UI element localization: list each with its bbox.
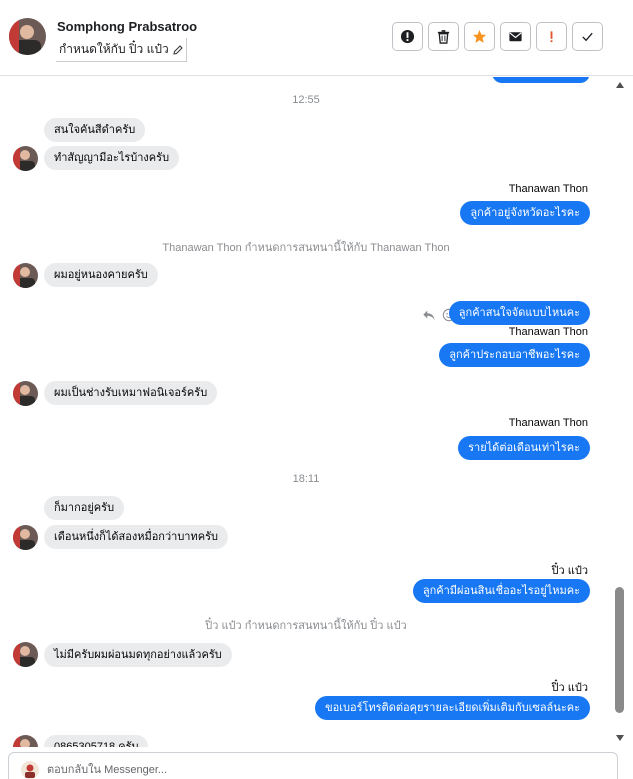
timestamp: 18:11	[292, 473, 320, 485]
pencil-icon	[173, 44, 183, 55]
done-button[interactable]	[572, 22, 603, 51]
contact-avatar[interactable]	[9, 18, 46, 55]
timestamp: 12:55	[292, 94, 320, 106]
system-note: Thanawan Thon กำหนดการสนทนานี้ให้กับ Tha…	[162, 242, 450, 254]
scrollbar-thumb[interactable]	[615, 587, 624, 713]
scroll-down-arrow-icon[interactable]	[616, 735, 624, 741]
sender-avatar	[13, 525, 38, 550]
message-bubble-outgoing[interactable]: ลูกค้าสนใจจัดแบบไหนคะ	[448, 301, 590, 325]
sender-name: Thanawan Thon	[508, 326, 588, 338]
spam-button[interactable]	[536, 22, 567, 51]
message-bubble-outgoing[interactable]: ขอเบอร์โทรติดต่อคุยรายละเอียดเพิ่มเติมกั…	[315, 696, 590, 720]
message-bubble-incoming[interactable]: ไม่มีครับผมผ่อนมดทุกอย่างแล้วครับ	[44, 643, 232, 667]
check-icon	[582, 32, 593, 42]
message-bubble-incoming[interactable]: ผมเป็นช่างรับเหมาฟอนิเจอร์ครับ	[44, 381, 218, 405]
message-bubble-incoming[interactable]: ทำสัญญามีอะไรบ้างครับ	[44, 146, 180, 170]
delete-button[interactable]	[428, 22, 459, 51]
reply-icon[interactable]	[422, 308, 436, 322]
conversation-toolbar	[392, 22, 603, 51]
sender-avatar	[13, 381, 38, 406]
system-note: ปิ๋ว แป๋ว กำหนดการสนทนานี้ให้กับ ปิ๋ว แป…	[205, 620, 407, 632]
exclamation-circle-icon	[400, 29, 415, 44]
star-icon	[472, 29, 487, 43]
message-bubble-outgoing[interactable]: ลูกค้าอยู่จังหวัดอะไรคะ	[460, 201, 590, 225]
message-bubble-incoming[interactable]: เดือนหนึ่งก็ได้สองหมื่อกว่าบาทครับ	[44, 525, 228, 549]
conversation-header: Somphong Prabsatroo กำหนดให้กับ ปิ๋ว แป๋…	[0, 0, 633, 76]
message-bubble-incoming[interactable]: ก็มากอยู่ครับ	[44, 496, 125, 520]
sender-avatar	[13, 263, 38, 288]
thread-scrollbar[interactable]	[612, 77, 630, 747]
envelope-icon	[509, 32, 522, 42]
sender-avatar	[13, 146, 38, 171]
report-button[interactable]	[392, 22, 423, 51]
mark-unread-button[interactable]	[500, 22, 531, 51]
sender-name: Thanawan Thon	[508, 417, 588, 429]
trash-icon	[437, 30, 450, 44]
message-bubble-incoming[interactable]: 0865305718 ครับ	[44, 735, 149, 747]
assign-label: กำหนดให้กับ ปิ๋ว แป๋ว	[59, 42, 169, 56]
sender-avatar	[13, 735, 38, 747]
sender-name: Thanawan Thon	[508, 183, 588, 195]
reply-input[interactable]	[47, 761, 587, 779]
sender-avatar	[13, 642, 38, 667]
page-avatar	[21, 761, 39, 779]
message-thread[interactable]: 12:55 สนใจคันสีดำครับ ทำสัญญามีอะไรบ้างค…	[0, 77, 612, 747]
scroll-up-arrow-icon[interactable]	[616, 82, 624, 88]
reply-composer	[8, 752, 618, 779]
message-bubble-incoming[interactable]: ผมอยู่หนองคายครับ	[44, 263, 158, 287]
contact-name[interactable]: Somphong Prabsatroo	[57, 19, 197, 34]
sender-name: ปิ๋ว แป๋ว	[551, 565, 588, 577]
exclamation-icon	[550, 31, 553, 43]
star-button[interactable]	[464, 22, 495, 51]
sender-name: ปิ๋ว แป๋ว	[551, 682, 588, 694]
message-bubble-outgoing[interactable]	[492, 77, 590, 83]
message-bubble-incoming[interactable]: สนใจคันสีดำครับ	[44, 118, 146, 142]
message-bubble-outgoing[interactable]: รายได้ต่อเดือนเท่าไรคะ	[458, 436, 590, 460]
message-bubble-outgoing[interactable]: ลูกค้าประกอบอาชีพอะไรคะ	[439, 343, 590, 367]
message-bubble-outgoing[interactable]: ลูกค้ามีผ่อนสินเชื่ออะไรอยู่ไหมคะ	[412, 579, 590, 603]
assign-dropdown[interactable]: กำหนดให้กับ ปิ๋ว แป๋ว	[56, 38, 187, 62]
